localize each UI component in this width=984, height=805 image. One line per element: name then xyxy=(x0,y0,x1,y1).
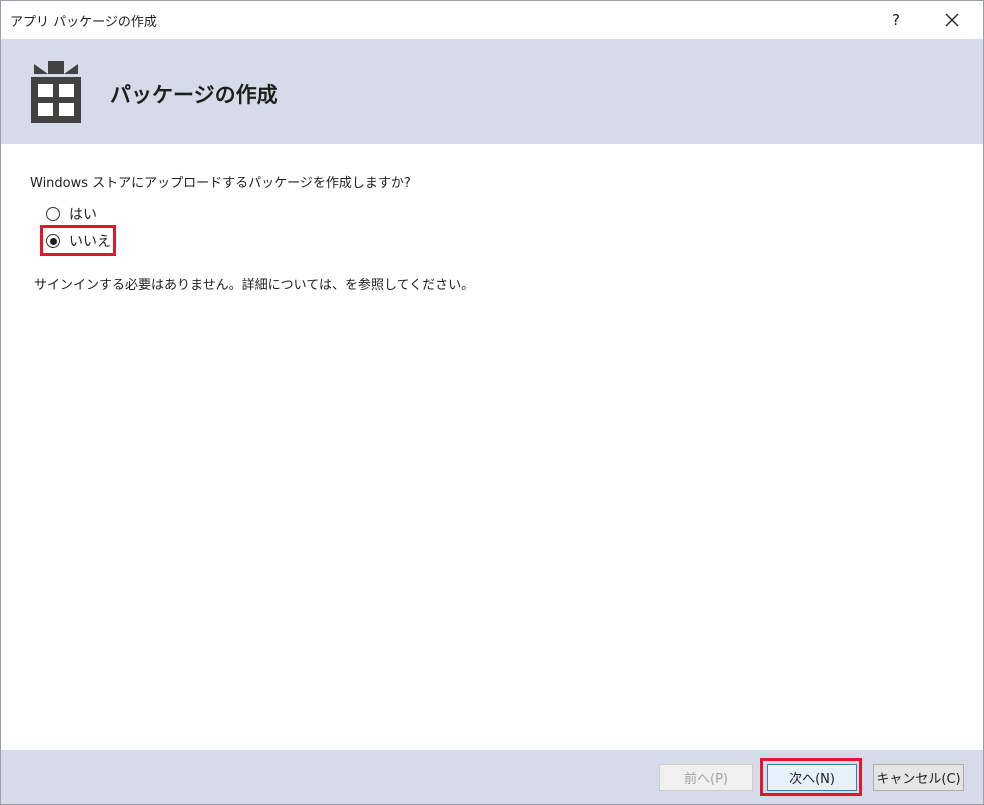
highlight-box-next-button xyxy=(760,758,862,796)
sign-in-info-text: サインインする必要はありません。詳細については、を参照してください。 xyxy=(34,278,475,293)
back-button[interactable]: 前へ(P) xyxy=(659,764,753,791)
close-icon xyxy=(945,13,959,27)
radio-yes[interactable]: はい xyxy=(46,204,97,224)
radio-yes-label: はい xyxy=(69,207,97,223)
wizard-footer: 前へ(P) 次へ(N) キャンセル(C) xyxy=(1,750,983,804)
help-button[interactable]: ? xyxy=(873,1,919,39)
cancel-button[interactable]: キャンセル(C) xyxy=(873,764,964,791)
help-icon: ? xyxy=(892,11,900,29)
highlight-box-radio-no xyxy=(40,225,116,256)
wizard-header: パッケージの作成 xyxy=(1,39,983,144)
create-app-package-dialog: アプリ パッケージの作成 ? パッケージの作成 Windows ストアにアップロ… xyxy=(0,0,984,805)
upload-question: Windows ストアにアップロードするパッケージを作成しますか? xyxy=(30,176,411,191)
package-icon xyxy=(31,61,81,123)
window-title: アプリ パッケージの作成 xyxy=(10,15,157,30)
radio-unselected-icon[interactable] xyxy=(46,207,60,221)
close-button[interactable] xyxy=(929,1,975,39)
page-title: パッケージの作成 xyxy=(110,83,278,107)
title-bar: アプリ パッケージの作成 ? xyxy=(1,1,983,39)
